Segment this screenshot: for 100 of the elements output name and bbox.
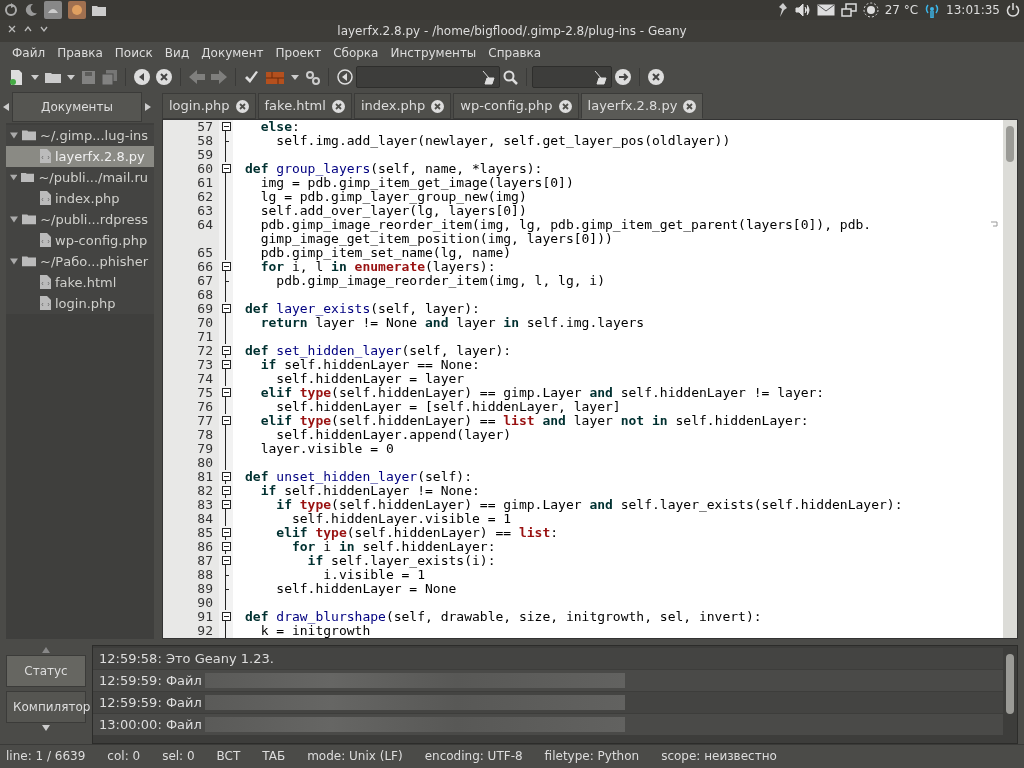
menu-item[interactable]: Сборка: [327, 43, 385, 62]
fold-toggle-icon[interactable]: [221, 304, 231, 313]
file-tab[interactable]: fake.html: [257, 93, 352, 119]
file-tab[interactable]: index.php: [353, 93, 452, 119]
clear-broom-icon[interactable]: [592, 69, 607, 85]
menu-item[interactable]: Проект: [269, 43, 328, 62]
code-line: if self.layer_exists(i):: [306, 554, 496, 568]
caret-icon[interactable]: [67, 74, 75, 80]
caret-icon[interactable]: [31, 74, 39, 80]
fold-toggle-icon[interactable]: [221, 262, 231, 271]
close-icon[interactable]: [558, 99, 572, 113]
scrollbar[interactable]: [1003, 120, 1017, 638]
menu-item[interactable]: Инструменты: [384, 43, 483, 62]
scrollbar-thumb[interactable]: [1006, 654, 1014, 714]
line-number: 89: [196, 582, 214, 596]
volume-icon[interactable]: [794, 3, 811, 17]
caret-up-icon[interactable]: [42, 647, 50, 653]
mail-icon[interactable]: [816, 4, 835, 16]
fold-toggle-icon[interactable]: [221, 472, 231, 481]
clear-broom-icon[interactable]: [480, 69, 495, 85]
line-number: 90: [196, 596, 214, 610]
file-item[interactable]: index.php: [6, 187, 154, 209]
status-text: sel: 0: [162, 748, 195, 765]
fold-toggle-icon[interactable]: [221, 122, 231, 131]
fold-toggle-icon[interactable]: [221, 416, 231, 425]
windows-icon[interactable]: [840, 3, 857, 17]
wifi-icon[interactable]: [924, 2, 941, 18]
scrollbar-thumb[interactable]: [1006, 126, 1014, 162]
temperature-text: 27 °C: [884, 2, 919, 19]
check-arrow-icon[interactable]: [244, 70, 259, 84]
file-item[interactable]: login.php: [6, 292, 154, 314]
code-line: if self.hiddenLayer != None:: [259, 484, 480, 498]
fold-toggle-icon[interactable]: [221, 164, 231, 173]
menu-item[interactable]: Файл: [6, 43, 52, 62]
fold-toggle-icon[interactable]: [221, 486, 231, 495]
file-tab[interactable]: wp-config.php: [453, 93, 579, 119]
folder-item[interactable]: ~/Рабо...phisher: [6, 250, 154, 272]
fold-toggle-icon[interactable]: [221, 528, 231, 537]
fold-toggle-icon[interactable]: [221, 556, 231, 565]
panel-tab[interactable]: Статус: [6, 655, 86, 687]
folder-icon[interactable]: [92, 4, 106, 16]
gears-icon[interactable]: [305, 69, 320, 85]
status-text: BCT: [216, 748, 241, 765]
close-circle-icon[interactable]: [648, 69, 664, 85]
search-icon[interactable]: [503, 69, 518, 85]
jump-circle-icon[interactable]: [615, 69, 631, 85]
caret-icon[interactable]: [291, 74, 299, 80]
expanded-caret-icon[interactable]: [10, 256, 18, 266]
close-circle-icon[interactable]: [156, 69, 172, 85]
caret-down-icon[interactable]: [42, 725, 50, 731]
menu-item[interactable]: Поиск: [108, 43, 159, 62]
fold-toggle-icon[interactable]: [221, 542, 231, 551]
line-number-field[interactable]: [532, 66, 612, 88]
code-line: elif type(self.hiddenLayer) == list:: [275, 526, 559, 540]
file-item[interactable]: wp-config.php: [6, 229, 154, 251]
file-tab[interactable]: login.php: [162, 93, 256, 119]
close-icon[interactable]: [431, 99, 445, 113]
refresh-icon[interactable]: [4, 3, 18, 17]
fold-toggle-icon[interactable]: [221, 346, 231, 355]
folder-icon: [21, 129, 36, 142]
fold-toggle-icon[interactable]: [221, 360, 231, 369]
expanded-caret-icon[interactable]: [10, 172, 18, 182]
close-icon[interactable]: [7, 24, 17, 34]
app-icon[interactable]: [44, 1, 62, 19]
folder-icon[interactable]: [45, 70, 61, 84]
code-line: def group_layers(self, name, *layers):: [245, 162, 543, 176]
search-field[interactable]: [356, 66, 500, 88]
close-icon[interactable]: [331, 99, 345, 113]
menu-item[interactable]: Вид: [158, 43, 196, 62]
close-icon[interactable]: [235, 99, 249, 113]
fold-toggle-icon[interactable]: [221, 612, 231, 621]
file-tab[interactable]: layerfx.2.8.py: [580, 93, 704, 119]
code-line: return layer != None and layer in self.img.layers: [259, 316, 645, 330]
code-line: self.hiddenLayer = None: [275, 582, 457, 596]
line-number: 71: [196, 330, 214, 344]
fold-toggle-icon[interactable]: [221, 500, 231, 509]
menu-item[interactable]: Справка: [482, 43, 548, 62]
expanded-caret-icon[interactable]: [10, 214, 18, 224]
menu-item[interactable]: Правка: [51, 43, 109, 62]
caret-left-icon[interactable]: [3, 102, 9, 111]
caret-right-icon[interactable]: [145, 102, 151, 111]
menu-item[interactable]: Документ: [195, 43, 270, 62]
code-line: pdb.gimp_image_reorder_item(img, lg, pdb.gimp_item_get_parent(layers[0]), pdb.: [259, 218, 872, 232]
moon-icon[interactable]: [24, 3, 38, 17]
documents-tab[interactable]: Документы: [12, 91, 142, 122]
expanded-caret-icon[interactable]: [10, 130, 18, 140]
folder-item[interactable]: ~/.gimp...lug-ins: [6, 124, 154, 146]
back-circle-icon[interactable]: [337, 69, 353, 85]
sun-icon[interactable]: [862, 2, 879, 18]
chevron-down-icon[interactable]: [39, 24, 49, 34]
close-icon[interactable]: [683, 99, 697, 113]
folder-item[interactable]: ~/publi...rdpress: [6, 208, 154, 230]
folder-item[interactable]: ~/publi.../mail.ru: [6, 166, 154, 188]
back-circle-icon[interactable]: [134, 69, 150, 85]
chevron-up-icon[interactable]: [23, 24, 33, 34]
new-file-icon[interactable]: [9, 68, 25, 86]
file-item[interactable]: fake.html: [6, 271, 154, 293]
power-icon[interactable]: [1006, 3, 1020, 17]
fold-toggle-icon[interactable]: [221, 388, 231, 397]
code-line: pdb.gimp_image_reorder_item(img, l, lg, i): [275, 274, 606, 288]
